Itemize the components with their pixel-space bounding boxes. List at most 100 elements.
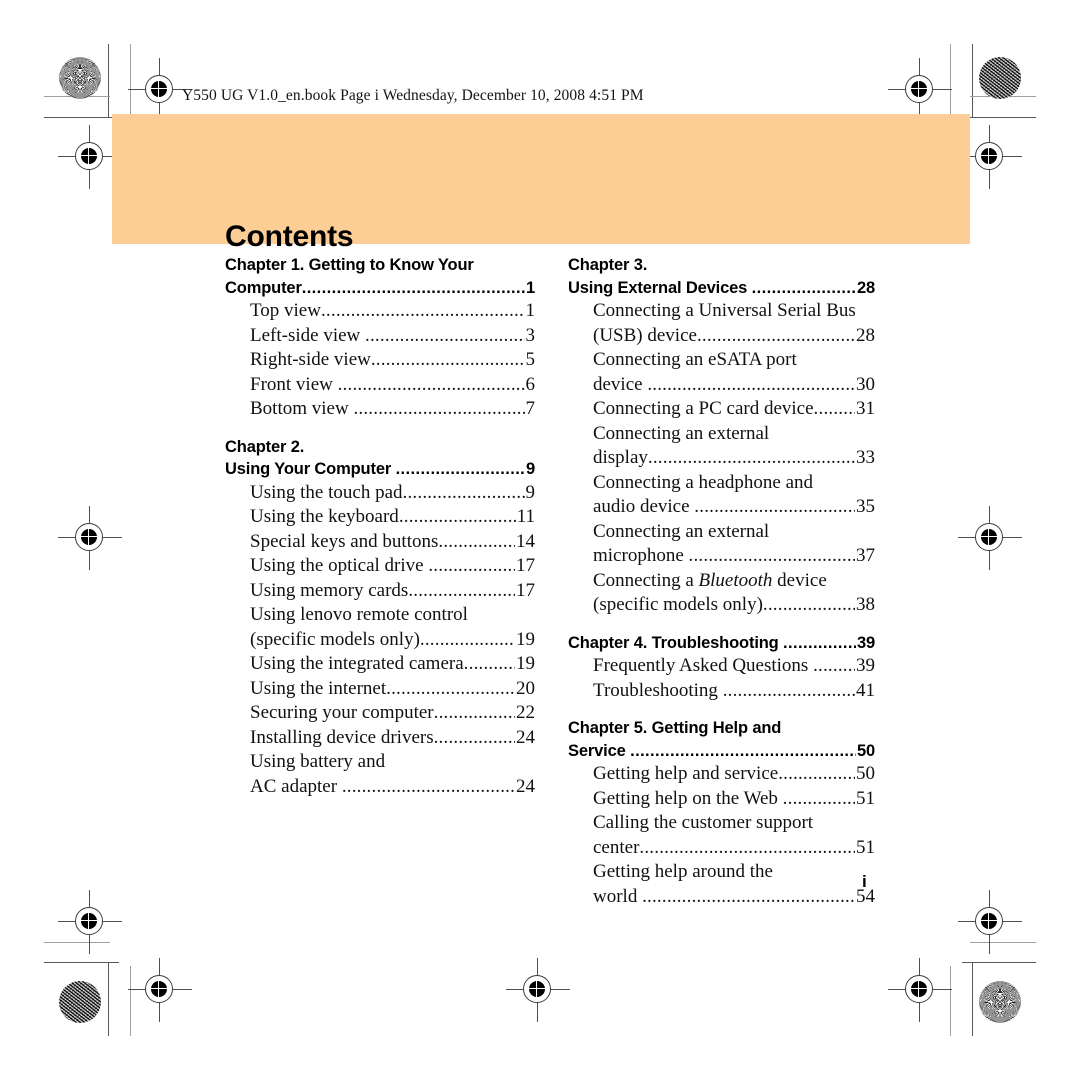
- toc-page-number: 37: [856, 545, 875, 566]
- toc-entry-label: Computer: [225, 278, 302, 297]
- toc-leader-row: display 33: [593, 446, 875, 471]
- toc-entry-label: center: [593, 836, 640, 858]
- leader-dots: [814, 397, 855, 422]
- toc-entry[interactable]: Getting help around the world 54: [568, 860, 875, 909]
- toc-page-number: 1: [525, 300, 536, 321]
- leader-dots: [386, 677, 515, 702]
- toc-entry-label: Connecting a PC card device: [593, 398, 814, 419]
- toc-entry-label: Special keys and buttons: [250, 530, 439, 552]
- toc-leader-row: Securing your computer 22: [250, 701, 535, 726]
- toc-entry-label: Connecting an eSATA port: [593, 349, 797, 370]
- screen-angle-patch-top-left: [59, 57, 101, 99]
- toc-entry[interactable]: Connecting a Universal Serial Bus (USB) d…: [568, 299, 875, 348]
- toc-entry[interactable]: Getting help on the Web 51: [568, 787, 875, 812]
- leader-dots: [396, 458, 525, 481]
- toc-entry[interactable]: Connecting an eSATA port device 30: [568, 348, 875, 397]
- registration-mark-bottom-center: [506, 958, 570, 1022]
- leader-dots: [353, 397, 524, 422]
- toc-leader-row: Top view 1: [250, 299, 535, 324]
- toc-leader-row: Using memory cards 17: [250, 579, 535, 604]
- leader-dots: [438, 530, 515, 555]
- leader-dots: [639, 836, 855, 861]
- toc-entry-label: Using battery and: [250, 751, 386, 772]
- toc-entry[interactable]: Using the internet 20: [225, 677, 535, 702]
- toc-page-number: 38: [856, 594, 875, 615]
- toc-entry[interactable]: Using memory cards 17: [225, 579, 535, 604]
- toc-entry[interactable]: Calling the customer support center 51: [568, 811, 875, 860]
- toc-entry[interactable]: Using the optical drive 17: [225, 554, 535, 579]
- toc-leader-row: Getting help on the Web 51: [593, 787, 875, 812]
- toc-entry[interactable]: Troubleshooting 41: [568, 679, 875, 704]
- toc-entry[interactable]: Using the integrated camera 19: [225, 652, 535, 677]
- toc-leader-row: Installing device drivers 24: [250, 726, 535, 751]
- toc-page-number: 50: [856, 741, 875, 760]
- toc-entry[interactable]: Left-side view 3: [225, 324, 535, 349]
- toc-chapter-heading[interactable]: Chapter 4. Troubleshooting 39: [568, 632, 875, 655]
- registration-mark-mid-left: [58, 506, 122, 570]
- registration-mark-mid-right: [958, 506, 1022, 570]
- toc-entry-italic-term: Bluetooth: [698, 569, 773, 591]
- toc-entry[interactable]: Right-side view 5: [225, 348, 535, 373]
- crop-line-top-right-vertical: [972, 44, 973, 118]
- toc-leader-row: audio device 35: [593, 495, 875, 520]
- leader-dots: [763, 593, 855, 618]
- toc-leader-row: Front view 6: [250, 373, 535, 398]
- toc-entry[interactable]: Connecting an external display 33: [568, 422, 875, 471]
- toc-page-number: 31: [856, 398, 875, 419]
- toc-page-number: 50: [856, 763, 875, 784]
- toc-entry[interactable]: Connecting an externalmicrophone 37: [568, 520, 875, 569]
- toc-page-number: 20: [516, 677, 535, 699]
- toc-entry[interactable]: Special keys and buttons 14: [225, 530, 535, 555]
- toc-wrapped-line: Calling the customer support: [593, 811, 875, 836]
- toc-chapter-heading[interactable]: Chapter 2. Using Your Computer 9: [225, 436, 535, 481]
- toc-entry-label: (specific models only): [250, 628, 420, 650]
- toc-entry-label: Calling the customer support: [593, 812, 814, 833]
- toc-entry-label: Top view: [250, 300, 321, 321]
- leader-dots: [408, 579, 515, 604]
- toc-entry-label: Chapter 1. Getting to Know Your: [225, 256, 474, 274]
- toc-wrapped-line: Connecting an external: [593, 422, 875, 447]
- toc-entry-label: Chapter 5. Getting Help and: [568, 719, 782, 737]
- toc-page-number: 39: [856, 655, 875, 676]
- toc-entry[interactable]: Frequently Asked Questions 39: [568, 654, 875, 679]
- toc-wrapped-line: Chapter 2.: [225, 436, 535, 459]
- toc-page-number: 11: [516, 506, 535, 527]
- toc-entry-label: Using the touch pad: [250, 481, 403, 503]
- toc-page-number: 3: [525, 324, 536, 346]
- toc-entry-label: display: [593, 447, 648, 468]
- toc-entry[interactable]: Installing device drivers 24: [225, 726, 535, 751]
- toc-entry[interactable]: Using the touch pad 9: [225, 481, 535, 506]
- leader-dots: [694, 495, 855, 520]
- toc-entry[interactable]: Securing your computer 22: [225, 701, 535, 726]
- toc-chapter-heading[interactable]: Chapter 3. Using External Devices 28: [568, 254, 875, 299]
- toc-entry-label: Troubleshooting: [593, 679, 723, 701]
- toc-leader-row: Bottom view 7: [250, 397, 535, 422]
- toc-entry[interactable]: Top view 1: [225, 299, 535, 324]
- toc-entry[interactable]: Using the keyboard 11: [225, 505, 535, 530]
- toc-entry[interactable]: Using lenovo remote control (specific mod…: [225, 603, 535, 652]
- crop-line-top-left-horizontal: [44, 117, 119, 118]
- toc-entry[interactable]: Connecting a Bluetooth device (specific m…: [568, 569, 875, 618]
- toc-entry[interactable]: Using battery and AC adapter 24: [225, 750, 535, 799]
- toc-entry-label: Chapter 4. Troubleshooting: [568, 633, 784, 652]
- leader-dots: [697, 324, 855, 349]
- toc-entry-label: Installing device drivers: [250, 726, 434, 748]
- toc-entry[interactable]: Connecting a PC card device 31: [568, 397, 875, 422]
- toc-chapter-heading[interactable]: Chapter 5. Getting Help and Service 50: [568, 717, 875, 762]
- toc-entry[interactable]: Connecting a headphone andaudio device 3…: [568, 471, 875, 520]
- crop-line-bottom-right-vertical: [972, 962, 973, 1036]
- toc-entry-label: Getting help on the Web: [593, 787, 783, 809]
- screen-angle-patch-bottom-left: [59, 981, 101, 1023]
- toc-entry[interactable]: Getting help and service 50: [568, 762, 875, 787]
- printed-page: Y550 UG V1.0_en.book Page i Wednesday, D…: [0, 0, 1080, 1080]
- toc-entry-label: Connecting a Universal Serial Bus: [593, 300, 856, 321]
- toc-entry-label: Front view: [250, 373, 338, 395]
- toc-page-number: 6: [525, 373, 536, 395]
- toc-entry[interactable]: Bottom view 7: [225, 397, 535, 422]
- toc-entry[interactable]: Front view 6: [225, 373, 535, 398]
- toc-page-number: 22: [516, 702, 535, 723]
- leader-dots: [338, 373, 525, 398]
- toc-chapter-heading[interactable]: Chapter 1. Getting to Know Your Computer 1: [225, 254, 535, 299]
- toc-entry-label: Connecting a Bluetooth device: [593, 569, 827, 591]
- toc-entry-label: Using External Devices: [568, 278, 752, 297]
